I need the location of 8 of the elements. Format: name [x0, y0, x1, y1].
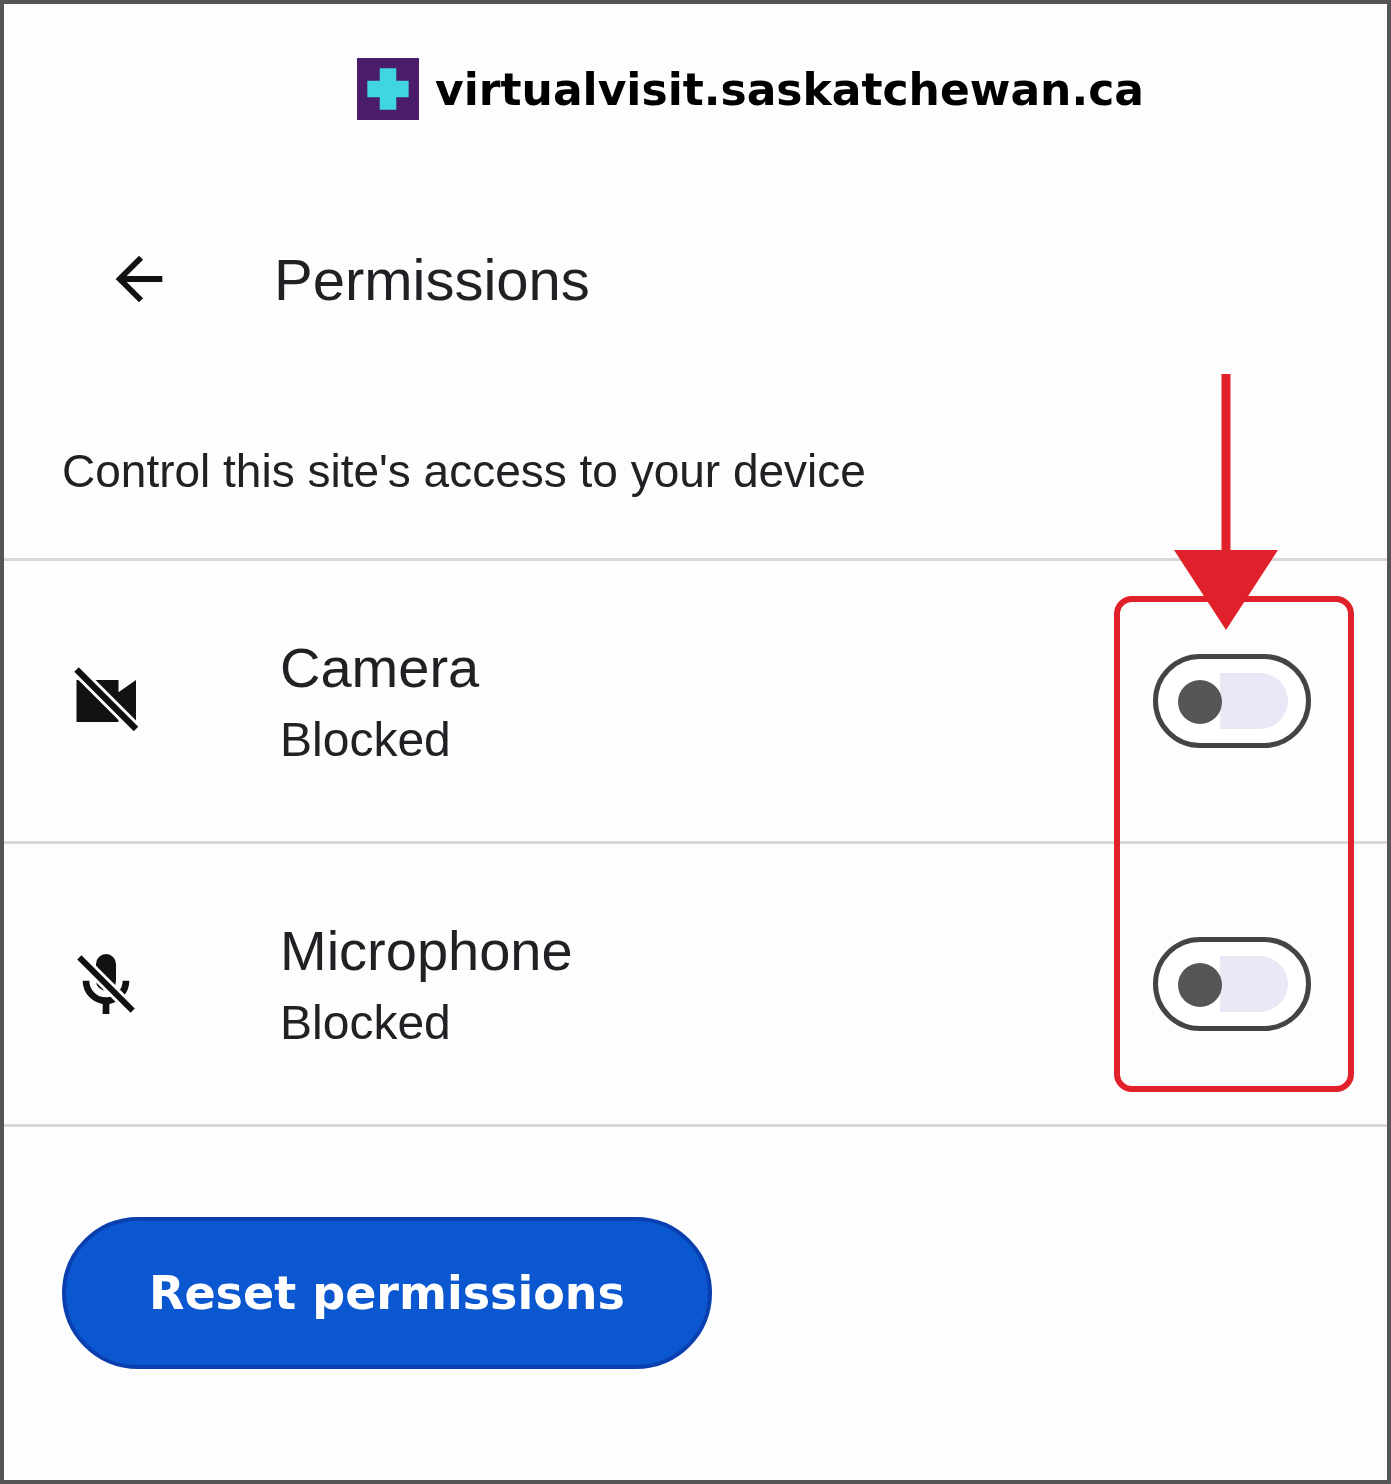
permission-name: Camera [280, 635, 481, 700]
site-domain: virtualvisit.saskatchewan.ca [435, 63, 1144, 115]
site-logo-icon [357, 58, 420, 120]
permission-name: Microphone [280, 918, 574, 983]
permission-status: Blocked [280, 995, 452, 1050]
permission-status: Blocked [280, 712, 452, 767]
page-title: Permissions [274, 245, 590, 313]
reset-permissions-button[interactable]: Reset permissions [62, 1217, 712, 1369]
